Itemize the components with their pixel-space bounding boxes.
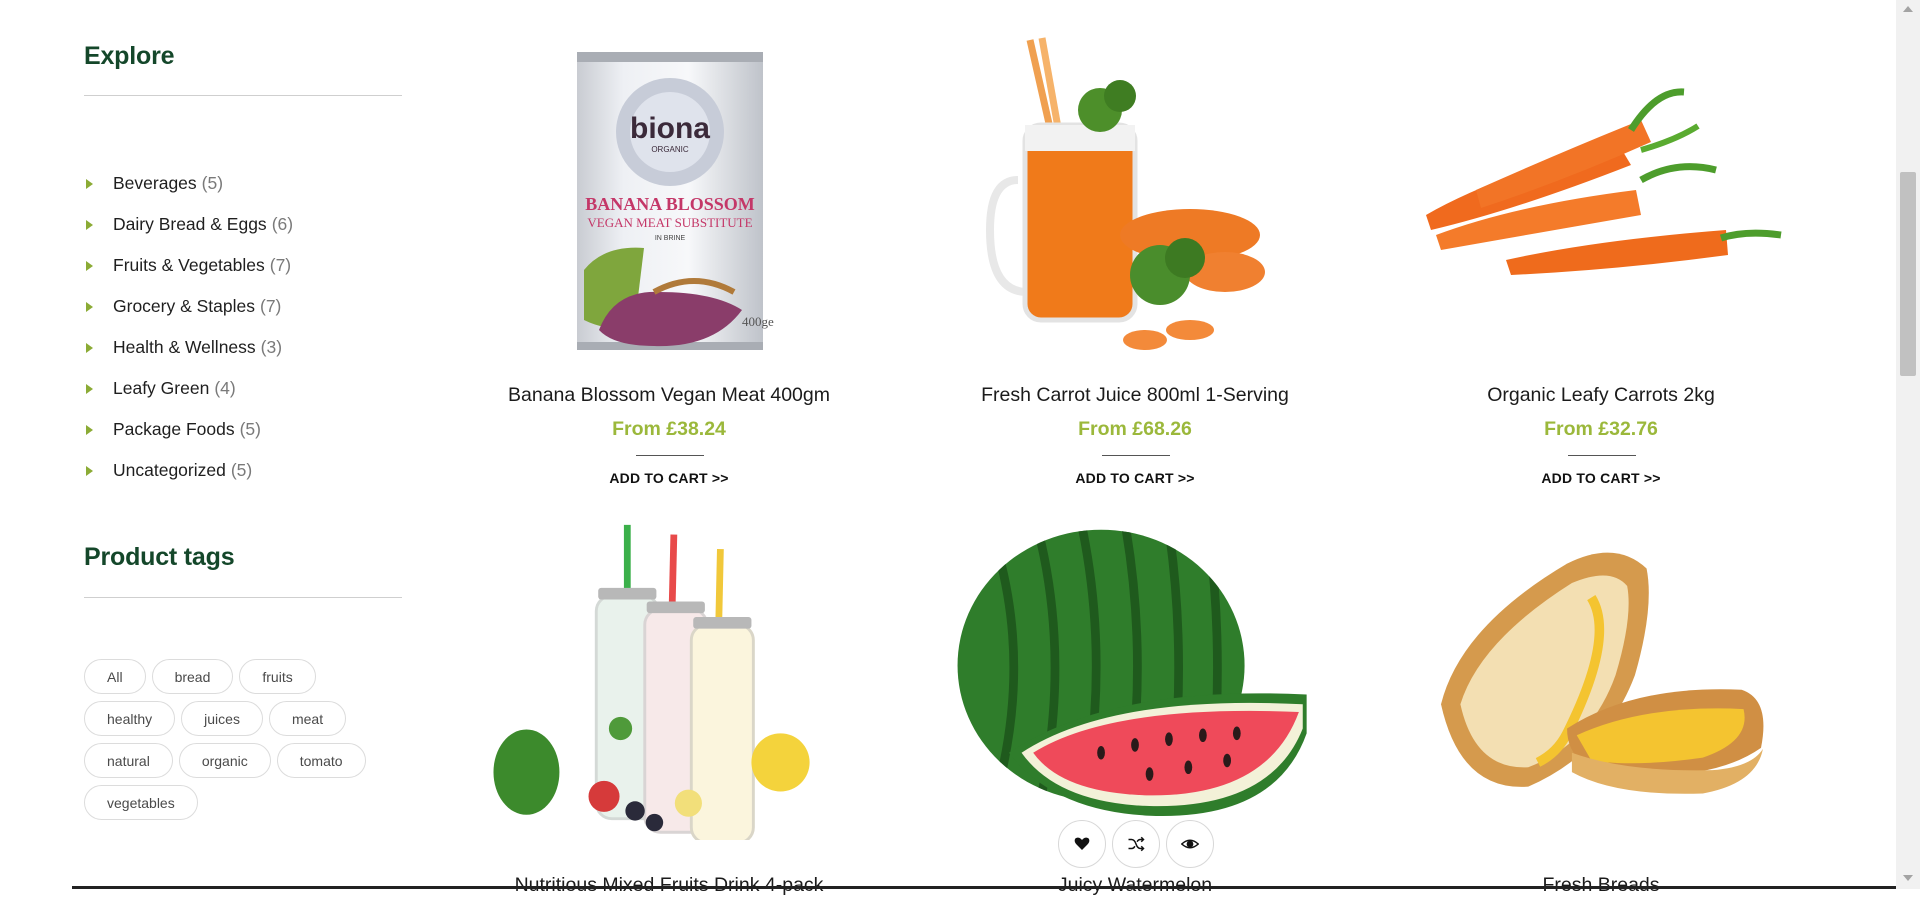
triangle-right-icon [86,342,93,353]
add-to-cart-button[interactable]: ADD TO CART >> [1416,470,1786,486]
wishlist-button[interactable] [1058,820,1106,868]
category-item-health-wellness[interactable]: Health & Wellness (3) [84,327,293,368]
category-label: Beverages [113,173,197,193]
can-weight: 400ge [742,314,774,329]
divider [1102,455,1170,456]
product-image[interactable] [950,30,1320,350]
category-count: (7) [260,296,282,316]
category-count: (5) [230,460,253,480]
tag-natural[interactable]: natural [84,743,173,778]
scrollbar-thumb[interactable] [1900,172,1916,376]
explore-title: Explore [84,42,175,70]
category-label: Leafy Green [113,378,210,398]
heart-icon [1074,837,1090,850]
can-brand: biona [630,112,710,145]
triangle-right-icon [86,424,93,435]
scroll-down-arrow-icon[interactable] [1903,875,1913,881]
eye-icon [1181,839,1199,849]
product-title[interactable]: Fresh Carrot Juice 800ml 1-Serving [950,384,1320,407]
add-to-cart-button[interactable]: ADD TO CART >> [484,470,854,486]
triangle-right-icon [86,301,93,312]
product-title[interactable]: Banana Blossom Vegan Meat 400gm [484,384,854,407]
scroll-up-arrow-icon[interactable] [1903,6,1913,12]
compare-button[interactable] [1112,820,1160,868]
category-item-dairy-bread-eggs[interactable]: Dairy Bread & Eggs (6) [84,204,293,245]
product-image[interactable] [950,520,1320,840]
category-item-package-foods[interactable]: Package Foods (5) [84,409,293,450]
tag-organic[interactable]: organic [178,743,271,778]
category-item-grocery-staples[interactable]: Grocery & Staples (7) [84,286,293,327]
product-title[interactable]: Organic Leafy Carrots 2kg [1416,384,1786,407]
category-item-uncategorized[interactable]: Uncategorized (5) [84,450,293,491]
product-image[interactable] [484,520,854,840]
category-list: Beverages (5) Dairy Bread & Eggs (6) Fruit… [84,163,293,491]
triangle-right-icon [86,260,93,271]
product-actions [1058,820,1214,868]
tag-juices[interactable]: juices [181,701,263,736]
category-label: Grocery & Staples [113,296,255,316]
divider [636,455,704,456]
can-line3: IN BRINE [655,235,686,242]
category-count: (5) [239,419,261,439]
product-tags-title: Product tags [84,543,235,571]
tag-fruits[interactable]: fruits [239,659,316,694]
category-count: (7) [269,255,292,275]
can-sub: ORGANIC [651,145,689,154]
tag-tomato[interactable]: tomato [276,743,366,778]
category-item-beverages[interactable]: Beverages (5) [84,163,293,204]
triangle-right-icon [86,465,93,476]
product-image[interactable] [1416,30,1786,350]
category-label: Dairy Bread & Eggs [113,214,267,234]
product-price: From £32.76 [1544,418,1658,440]
triangle-right-icon [86,219,93,230]
category-label: Package Foods [113,419,235,439]
shuffle-icon [1128,836,1145,852]
product-image[interactable]: biona ORGANIC BANANA BLOSSOM VEGAN MEAT … [484,30,854,350]
product-image[interactable] [1416,520,1786,840]
add-to-cart-button[interactable]: ADD TO CART >> [950,470,1320,486]
category-count: (3) [260,337,283,357]
divider [84,95,402,96]
tag-cloud: All bread fruits healthy juices meat nat… [84,659,414,827]
divider [1568,455,1636,456]
category-count: (4) [214,378,236,398]
category-label: Fruits & Vegetables [113,255,265,275]
triangle-right-icon [86,178,93,189]
tag-vegetables[interactable]: vegetables [84,785,198,820]
category-label: Uncategorized [113,460,226,480]
tag-all[interactable]: All [84,659,146,694]
category-count: (6) [271,214,294,234]
category-count: (5) [201,173,224,193]
product-price: From £38.24 [612,418,726,440]
can-line2: VEGAN MEAT SUBSTITUTE [587,215,752,230]
tag-bread[interactable]: bread [151,659,234,694]
can-line1: BANANA BLOSSOM [585,194,755,214]
tag-healthy[interactable]: healthy [84,701,176,736]
category-item-leafy-green[interactable]: Leafy Green (4) [84,368,293,409]
quick-view-button[interactable] [1166,820,1214,868]
triangle-right-icon [86,383,93,394]
vertical-scrollbar[interactable] [1896,0,1920,889]
category-item-fruits-vegetables[interactable]: Fruits & Vegetables (7) [84,245,293,286]
tag-meat[interactable]: meat [268,701,347,736]
divider [84,597,402,598]
product-price: From £68.26 [1078,418,1192,440]
category-label: Health & Wellness [113,337,256,357]
